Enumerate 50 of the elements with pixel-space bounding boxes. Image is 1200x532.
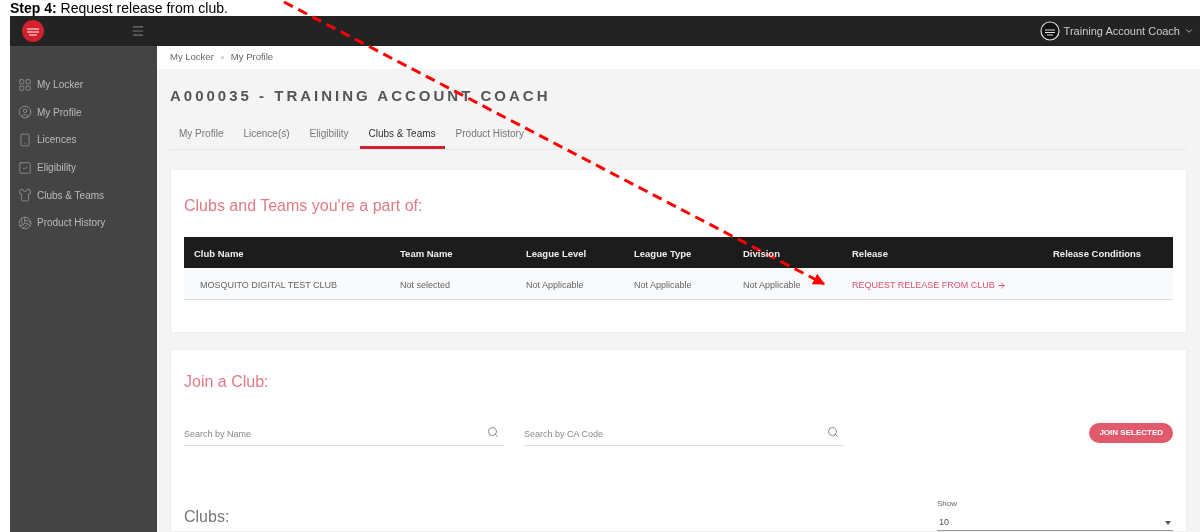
column-header: Team Name (400, 248, 453, 259)
page-size-select[interactable]: 10 (937, 515, 1173, 531)
sidebar-item[interactable]: Clubs & Teams (10, 181, 157, 209)
search-field[interactable]: Search by Name (184, 422, 504, 446)
table-cell: Not selected (400, 280, 451, 290)
section-title: Clubs and Teams you're a part of: (184, 195, 424, 216)
ball-icon (18, 215, 32, 230)
table-cell: MOSQUITO DIGITAL TEST CLUB (200, 280, 338, 290)
tab[interactable]: Eligibility (300, 120, 358, 149)
column-header: League Level (526, 248, 587, 259)
sidebar-item[interactable]: My Profile (10, 98, 157, 127)
search-icon (827, 425, 839, 438)
shirt-icon (18, 188, 32, 203)
release-link[interactable]: REQUEST RELEASE FROM CLUB (852, 279, 1006, 293)
sidebar-item[interactable]: My Locker (10, 71, 157, 99)
show-label: Show (937, 498, 958, 510)
menu-icon[interactable] (131, 24, 145, 38)
avatar-icon (1039, 21, 1060, 41)
sidebar-item[interactable]: Eligibility (10, 153, 157, 182)
device-icon (18, 133, 32, 147)
table-cell: Not Applicable (634, 280, 692, 290)
sidebar-item[interactable]: Product History (10, 208, 157, 237)
search-icon (487, 425, 499, 438)
table-cell: Not Applicable (743, 280, 801, 290)
logo-icon (22, 20, 44, 42)
column-header: League Type (634, 248, 692, 259)
sidebar-item[interactable]: Licences (10, 126, 157, 154)
tab[interactable]: My Profile (170, 120, 233, 149)
breadcrumb-link[interactable]: My Profile (230, 50, 274, 65)
tab[interactable]: Clubs & Teams (359, 120, 445, 149)
table-cell: Not Applicable (526, 280, 584, 290)
dropdown-caret-icon (1165, 520, 1171, 525)
user-menu[interactable]: Training Account Coach (1039, 21, 1200, 41)
breadcrumb-link[interactable]: My Locker (170, 50, 214, 65)
grid-icon (18, 77, 32, 92)
column-header: Division (743, 248, 780, 259)
tab[interactable]: Licence(s) (234, 120, 299, 149)
search-field[interactable]: Search by CA Code (524, 422, 844, 446)
column-header: Club Name (194, 248, 244, 259)
tab[interactable]: Product History (446, 120, 533, 149)
column-header: Release Conditions (1053, 248, 1142, 259)
arrow-right-icon (996, 281, 1006, 291)
join-selected-button[interactable]: JOIN SELECTED (1089, 422, 1173, 443)
section-title: Join a Club: (184, 371, 270, 392)
chevron-down-icon (1184, 26, 1194, 36)
clubs-heading: Clubs: (184, 507, 230, 527)
checkbox-icon (18, 160, 32, 175)
step-caption: Step 4: Request release from club. (10, 0, 228, 16)
person-icon (18, 105, 32, 120)
column-header: Release (852, 248, 888, 259)
